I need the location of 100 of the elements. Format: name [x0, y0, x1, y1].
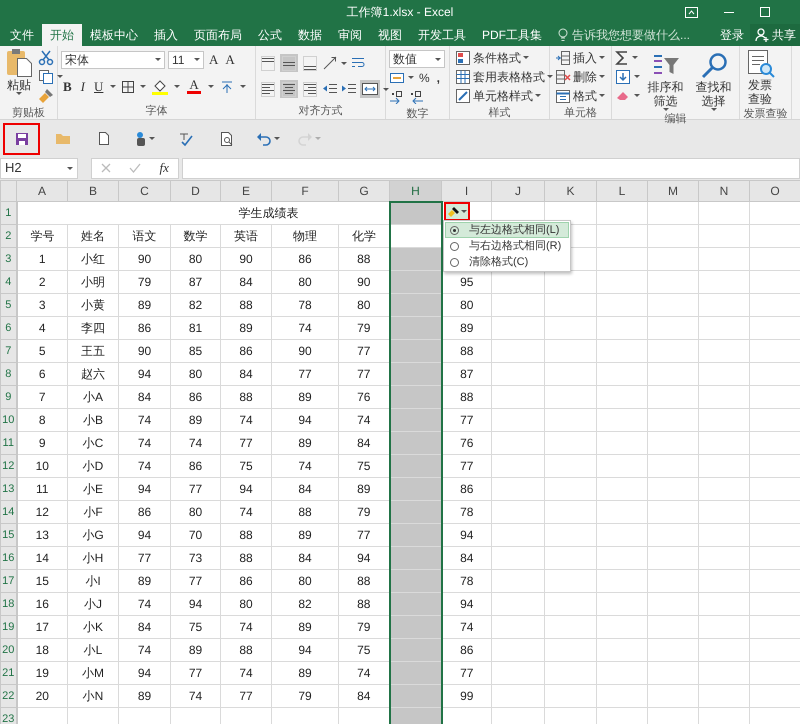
- ribbon-display-icon[interactable]: [685, 6, 698, 18]
- percent-button[interactable]: %: [417, 70, 432, 86]
- sum-icon[interactable]: [615, 50, 629, 66]
- column-header[interactable]: F: [272, 180, 338, 202]
- cell-styles-button[interactable]: 单元格样式: [453, 86, 555, 105]
- row-header[interactable]: 19: [0, 616, 16, 638]
- caret-icon[interactable]: [632, 56, 638, 59]
- decrease-decimal-icon[interactable]: [408, 90, 424, 104]
- align-top-button[interactable]: [259, 54, 277, 72]
- column-header[interactable]: H: [390, 180, 442, 202]
- caret-icon[interactable]: [274, 137, 280, 140]
- caret-icon[interactable]: [710, 108, 716, 111]
- font-name-field[interactable]: 宋体: [61, 50, 165, 68]
- orientation-icon[interactable]: [322, 55, 338, 71]
- find-select-button[interactable]: 查找和选择: [691, 48, 736, 111]
- caret-icon[interactable]: [140, 85, 146, 88]
- row-header[interactable]: 8: [0, 362, 16, 386]
- column-header[interactable]: L: [596, 180, 648, 202]
- ribbon-tab[interactable]: 插入: [146, 24, 186, 46]
- caret-icon[interactable]: [599, 56, 605, 59]
- row-header[interactable]: 16: [0, 546, 16, 570]
- increase-decimal-icon[interactable]: [389, 90, 405, 104]
- grow-font-button[interactable]: A: [207, 52, 220, 68]
- name-box[interactable]: H2: [0, 158, 78, 178]
- ribbon-tab[interactable]: 视图: [370, 24, 410, 46]
- align-middle-button[interactable]: [280, 54, 298, 72]
- font-size-field[interactable]: 11: [168, 50, 204, 68]
- row-header[interactable]: 9: [0, 386, 16, 408]
- ribbon-tab[interactable]: 页面布局: [186, 24, 250, 46]
- insert-button[interactable]: 插入: [553, 48, 607, 67]
- menu-item[interactable]: 清除格式(C): [445, 254, 569, 270]
- ribbon-tab[interactable]: 数据: [290, 24, 330, 46]
- maximize-icon[interactable]: [760, 7, 770, 17]
- caret-icon[interactable]: [16, 92, 22, 95]
- number-format-field[interactable]: 数值: [389, 50, 445, 68]
- row-header[interactable]: 7: [0, 340, 16, 362]
- insert-function-button[interactable]: fx: [160, 158, 169, 178]
- format-button[interactable]: 格式: [553, 86, 607, 105]
- sort-filter-button[interactable]: 排序和筛选: [643, 48, 688, 111]
- shrink-font-button[interactable]: A: [223, 52, 237, 68]
- row-header[interactable]: 12: [0, 454, 16, 478]
- row-header[interactable]: 13: [0, 478, 16, 500]
- menu-item[interactable]: 与右边格式相同(R): [445, 238, 569, 254]
- paste-options-button[interactable]: [444, 202, 470, 221]
- caret-icon[interactable]: [240, 85, 246, 88]
- delete-button[interactable]: 删除: [553, 67, 607, 86]
- caret-icon[interactable]: [599, 94, 605, 97]
- comma-button[interactable]: ,: [434, 70, 442, 86]
- caret-icon[interactable]: [148, 137, 154, 140]
- bold-button[interactable]: B: [61, 78, 74, 94]
- row-header[interactable]: 11: [0, 432, 16, 454]
- caret-icon[interactable]: [341, 62, 347, 64]
- conditional-format-button[interactable]: 条件格式: [453, 48, 555, 67]
- caret-icon[interactable]: [408, 76, 414, 79]
- ribbon-tab[interactable]: 审阅: [330, 24, 370, 46]
- row-header[interactable]: 10: [0, 408, 16, 432]
- caret-icon[interactable]: [155, 58, 161, 61]
- italic-button[interactable]: I: [78, 78, 88, 94]
- caret-icon[interactable]: [634, 75, 640, 78]
- column-header[interactable]: K: [544, 180, 596, 202]
- caret-icon[interactable]: [662, 108, 668, 111]
- column-header[interactable]: B: [68, 180, 118, 202]
- ribbon-tab[interactable]: 开始: [42, 24, 82, 46]
- column-header[interactable]: J: [492, 180, 544, 202]
- row-header[interactable]: 2: [0, 224, 16, 248]
- fill-color-icon[interactable]: [151, 78, 170, 94]
- row-header[interactable]: 21: [0, 662, 16, 684]
- search-field[interactable]: 告诉我您想要做什么...: [572, 26, 700, 44]
- font-color-button[interactable]: A: [185, 79, 203, 94]
- align-center-button[interactable]: [280, 80, 298, 98]
- align-left-button[interactable]: [259, 80, 277, 98]
- column-header[interactable]: O: [750, 180, 800, 202]
- copy-icon[interactable]: [38, 68, 54, 84]
- row-header[interactable]: 14: [0, 500, 16, 524]
- align-bottom-button[interactable]: [301, 54, 319, 72]
- invoice-check-button[interactable]: 发票查验: [743, 48, 777, 106]
- align-right-button[interactable]: [301, 80, 319, 98]
- caret-icon[interactable]: [535, 94, 541, 97]
- caret-icon[interactable]: [523, 56, 529, 59]
- ribbon-tab[interactable]: PDF工具集: [474, 24, 550, 46]
- caret-icon[interactable]: [547, 75, 553, 78]
- caret-icon[interactable]: [67, 166, 73, 170]
- ribbon-tab[interactable]: 公式: [250, 24, 290, 46]
- caret-icon[interactable]: [194, 58, 200, 61]
- row-header[interactable]: 20: [0, 638, 16, 662]
- paste-button[interactable]: 粘贴: [3, 48, 35, 105]
- fill-down-icon[interactable]: [615, 68, 631, 84]
- row-header[interactable]: 23: [0, 708, 16, 724]
- caret-icon[interactable]: [383, 88, 389, 90]
- caret-icon[interactable]: [599, 75, 605, 78]
- column-header[interactable]: N: [698, 180, 750, 202]
- cut-icon[interactable]: [38, 50, 54, 66]
- caret-icon[interactable]: [57, 75, 63, 78]
- sign-in-link[interactable]: 登录: [714, 24, 750, 46]
- column-header[interactable]: E: [220, 180, 272, 202]
- borders-icon[interactable]: [121, 80, 136, 94]
- column-header[interactable]: I: [442, 180, 492, 202]
- ribbon-tab[interactable]: 文件: [2, 24, 42, 46]
- brush-icon[interactable]: [38, 88, 54, 104]
- menu-item[interactable]: 与左边格式相同(L): [445, 222, 569, 238]
